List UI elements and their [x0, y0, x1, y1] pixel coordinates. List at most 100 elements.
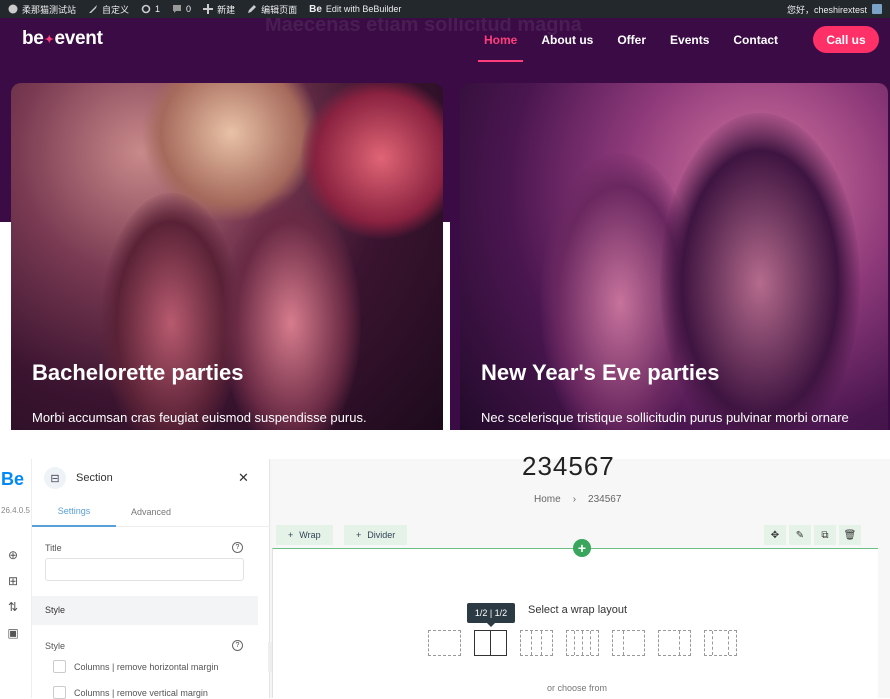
wrap-layout-options: [428, 630, 737, 656]
add-wrap-label: Wrap: [299, 530, 321, 540]
move-icon[interactable]: ✥: [764, 525, 786, 545]
edit-icon[interactable]: ✎: [789, 525, 811, 545]
breadcrumb-current: 234567: [588, 494, 622, 505]
admin-edit-page-link[interactable]: 编辑页面: [247, 3, 297, 16]
builder-version: 26.4.0.5: [1, 506, 30, 515]
figure-shape: [101, 193, 241, 430]
checkbox-label: Columns | remove vertical margin: [74, 687, 208, 698]
close-icon[interactable]: ✕: [238, 470, 249, 486]
logo-event: event: [54, 28, 103, 49]
admin-edit-page-label: 编辑页面: [261, 4, 298, 15]
nav-about[interactable]: About us: [541, 18, 593, 62]
section-settings-panel: ⊟ Section ✕ Settings Advanced Title ? St…: [32, 459, 270, 699]
main-nav: Home About us Offer Events Contact: [477, 18, 802, 62]
panel-header: ⊟ Section: [44, 467, 113, 489]
plus-icon: [203, 4, 214, 14]
be-logo[interactable]: Be: [1, 469, 24, 490]
add-divider-label: Divider: [367, 530, 396, 540]
layout-2-3-1-3[interactable]: [658, 630, 691, 656]
add-wrap-button[interactable]: + Wrap: [276, 525, 333, 545]
admin-greeting: 您好，cheshirextest: [786, 4, 867, 15]
event-card-new-year[interactable]: New Year's Eve parties Nec scelerisque t…: [460, 83, 888, 430]
admin-site-name: 柔那猫测试站: [22, 4, 77, 15]
plus-icon: +: [288, 530, 294, 540]
checkbox-box[interactable]: [53, 660, 66, 673]
admin-comments-count: 0: [186, 4, 192, 14]
empty-section-area: [272, 548, 878, 698]
section-actions: ✥ ✎ ⧉ 🗑: [764, 525, 861, 545]
help-icon[interactable]: ?: [232, 640, 243, 651]
layout-1-1[interactable]: [428, 630, 461, 656]
admin-customize-label: 自定义: [102, 4, 130, 15]
refresh-icon: [141, 4, 151, 14]
chevron-right-icon: ›: [572, 494, 577, 505]
admin-updates-link[interactable]: 1: [141, 4, 160, 14]
admin-bebuilder-label: Edit with BeBuilder: [325, 4, 402, 14]
panel-title: Section: [76, 472, 113, 484]
logo-be: be: [22, 28, 44, 49]
hero-section: Maecenas etiam sollicitud magna be ✦ eve…: [0, 18, 890, 430]
layout-1-3-2-3[interactable]: [612, 630, 645, 656]
style-label: Style: [45, 641, 66, 651]
sparkle-icon: ✦: [44, 33, 54, 46]
checkbox-box[interactable]: [53, 686, 66, 699]
dashboard-icon: [8, 4, 18, 14]
bebuilder-editor: Be 26.4.0.5 ⊕ ⊞ ⇅ ▣ ⊟ Section ✕ Settings…: [0, 451, 890, 699]
sort-icon[interactable]: ⇅: [7, 601, 19, 613]
card-subtitle: Nec scelerisque tristique sollicitudin p…: [481, 410, 849, 425]
trash-icon[interactable]: 🗑: [839, 525, 861, 545]
add-section-button[interactable]: +: [573, 539, 591, 557]
builder-rail: Be 26.4.0.5 ⊕ ⊞ ⇅ ▣: [0, 459, 32, 698]
card-subtitle: Morbi accumsan cras feugiat euismod susp…: [32, 410, 367, 425]
admin-comments-link[interactable]: 0: [172, 4, 191, 14]
pencil-icon: [248, 5, 257, 13]
layout-1-3[interactable]: [520, 630, 553, 656]
duplicate-icon[interactable]: ⧉: [814, 525, 836, 545]
be-logo-icon: Be: [309, 3, 322, 15]
layout-tooltip: 1/2 | 1/2: [467, 603, 515, 627]
builder-canvas: 234567 Home › 234567 + Wrap + Divider ✥ …: [272, 451, 890, 698]
admin-bebuilder-link[interactable]: Be Edit with BeBuilder: [309, 4, 401, 15]
help-icon[interactable]: ?: [232, 542, 243, 553]
nav-events[interactable]: Events: [670, 18, 709, 62]
admin-account[interactable]: 您好，cheshirextest: [787, 3, 882, 16]
layout-add-icon[interactable]: ⊞: [7, 575, 19, 587]
choose-from-label: or choose from: [547, 683, 608, 693]
layout-1-4-1-2-1-4[interactable]: [704, 630, 737, 656]
style-section-label: Style: [45, 605, 66, 615]
layout-1-4[interactable]: [566, 630, 599, 656]
site-logo[interactable]: be ✦ event: [22, 28, 103, 50]
nav-offer[interactable]: Offer: [617, 18, 646, 62]
breadcrumb-home[interactable]: Home: [534, 494, 561, 505]
admin-updates-count: 1: [155, 4, 161, 14]
add-divider-button[interactable]: + Divider: [344, 525, 408, 545]
add-circle-icon[interactable]: ⊕: [7, 549, 19, 561]
card-title: Bachelorette parties: [32, 360, 244, 385]
admin-new-label: 新建: [217, 4, 236, 15]
section-icon: ⊟: [44, 467, 66, 489]
nav-home[interactable]: Home: [477, 18, 524, 62]
tab-advanced[interactable]: Advanced: [116, 497, 186, 527]
wrap-layout-title: Select a wrap layout: [528, 604, 628, 616]
wp-admin-bar: 柔那猫测试站 自定义 1 0 新建 编辑页面 Be Edit with BeBu…: [0, 0, 890, 18]
call-us-button[interactable]: Call us: [813, 26, 879, 53]
card-title: New Year's Eve parties: [481, 360, 720, 385]
event-card-bachelorette[interactable]: Bachelorette parties Morbi accumsan cras…: [11, 83, 443, 430]
admin-site-link[interactable]: 柔那猫测试站: [8, 3, 76, 16]
breadcrumb: Home › 234567: [534, 494, 621, 505]
checkbox-remove-vertical-margin[interactable]: Columns | remove vertical margin: [53, 686, 208, 699]
tab-settings[interactable]: Settings: [32, 497, 116, 527]
checkbox-remove-horizontal-margin[interactable]: Columns | remove horizontal margin: [53, 660, 218, 673]
layout-1-2-1-2[interactable]: [474, 630, 507, 656]
checkbox-label: Columns | remove horizontal margin: [74, 661, 219, 672]
style-section-header[interactable]: Style: [32, 596, 258, 625]
plus-icon: +: [356, 530, 362, 540]
comment-icon: [173, 5, 182, 13]
title-input[interactable]: [45, 558, 244, 581]
avatar: [872, 4, 882, 14]
admin-new-link[interactable]: 新建: [203, 3, 235, 16]
nav-contact[interactable]: Contact: [733, 18, 778, 62]
brush-icon: [89, 5, 98, 13]
template-icon[interactable]: ▣: [7, 627, 19, 639]
admin-customize-link[interactable]: 自定义: [88, 3, 129, 16]
